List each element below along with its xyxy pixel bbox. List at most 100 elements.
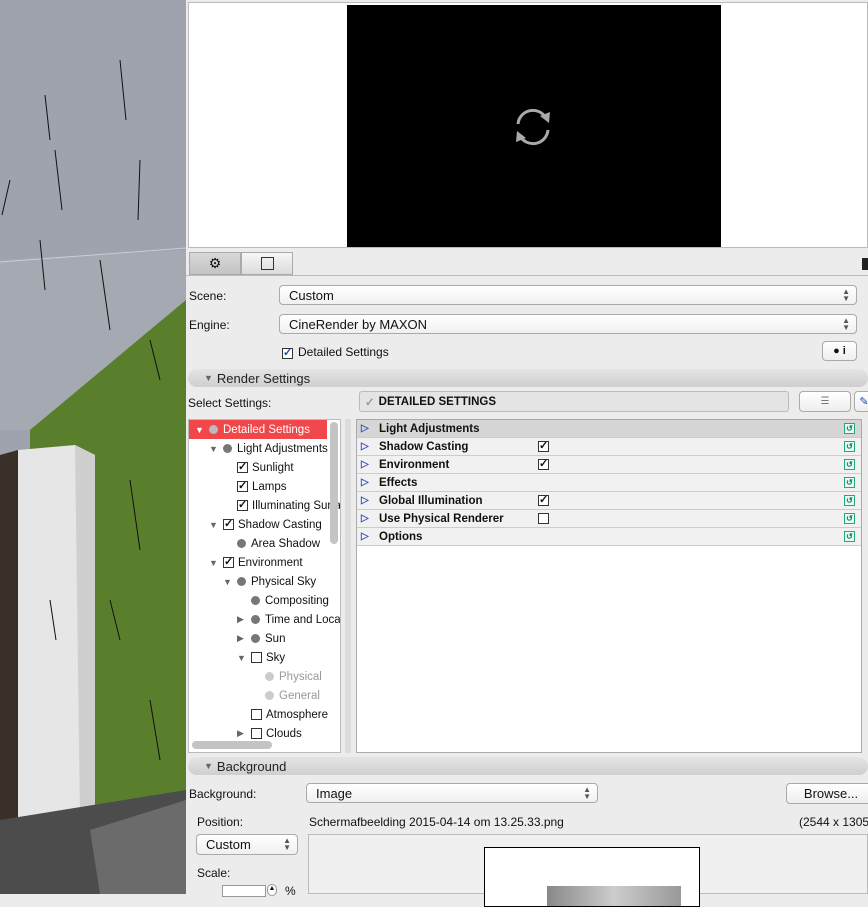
tree-item[interactable]: ▼ Detailed Settings	[189, 420, 327, 439]
expand-triangle-icon[interactable]: ▼	[209, 444, 223, 454]
disclosure-triangle-icon[interactable]: ▷	[361, 477, 379, 488]
tree-item[interactable]: ▼ ✓ Environment	[209, 553, 303, 572]
tree-item-label: Lamps	[252, 480, 287, 493]
tree-checkbox[interactable]	[251, 728, 262, 739]
background-image-frame[interactable]	[484, 847, 700, 907]
tree-item[interactable]: ✓ Lamps	[223, 477, 287, 496]
apply-settings-icon[interactable]: ↺	[844, 477, 855, 488]
settings-row-checkbox[interactable]	[538, 513, 549, 524]
dot-icon	[265, 691, 274, 700]
tree-item-label: Area Shadow	[251, 537, 321, 550]
disclosure-triangle-icon[interactable]: ▷	[361, 495, 379, 506]
tree-checkbox[interactable]: ✓	[237, 500, 248, 511]
splitter-handle[interactable]	[345, 419, 351, 753]
render-preview[interactable]	[347, 5, 721, 247]
settings-row[interactable]: ▷ Shadow Casting ✓ ↺	[357, 438, 861, 456]
tree-item[interactable]: ▼ Sky	[237, 648, 285, 667]
engine-select[interactable]: CineRender by MAXON ▲ ▼	[279, 314, 857, 334]
disclosure-triangle-icon[interactable]: ▷	[361, 513, 379, 524]
disclosure-triangle-icon[interactable]: ▷	[361, 459, 379, 470]
tree-item[interactable]: ▶ Sun	[237, 629, 285, 648]
engine-info-button[interactable]: ● i	[822, 341, 857, 361]
settings-row[interactable]: ▷ Effects ↺	[357, 474, 861, 492]
disclosure-triangle-icon[interactable]: ▷	[361, 423, 379, 434]
settings-row-checkbox[interactable]: ✓	[538, 495, 549, 506]
settings-row[interactable]: ▷ Environment ✓ ↺	[357, 456, 861, 474]
tree-checkbox[interactable]: ✓	[237, 481, 248, 492]
tree-item[interactable]: ✓ Illuminating Surfaces	[223, 496, 340, 515]
scale-stepper[interactable]: ▲	[267, 884, 277, 896]
tree-item[interactable]: Atmosphere	[237, 705, 328, 724]
expand-triangle-icon[interactable]: ▼	[223, 577, 237, 587]
tree-item-label: Environment	[238, 556, 303, 569]
3d-viewport[interactable]	[0, 0, 186, 894]
settings-row-checkbox[interactable]: ✓	[538, 441, 549, 452]
scale-input[interactable]	[222, 885, 266, 897]
settings-row[interactable]: ▷ Use Physical Renderer ↺	[357, 510, 861, 528]
tree-checkbox[interactable]	[251, 652, 262, 663]
settings-tree[interactable]: ▼ Detailed Settings ▼ Light Adjustments ✓ Sun…	[188, 419, 341, 753]
viewport-scene	[0, 0, 186, 894]
tree-item-label: Time and Location	[265, 613, 341, 626]
scale-label: Scale:	[197, 866, 231, 880]
collapse-triangle-icon: ▼	[204, 373, 213, 383]
tree-item-label: Shadow Casting	[238, 518, 322, 531]
settings-row[interactable]: ▷ Light Adjustments ↺	[357, 420, 861, 438]
background-select[interactable]: Image ▲ ▼	[306, 783, 598, 803]
collapse-triangle-icon[interactable]: ▶	[237, 614, 251, 625]
tree-view-button[interactable]: ☰	[799, 391, 851, 412]
browse-button[interactable]: Browse...	[786, 783, 868, 804]
apply-settings-icon[interactable]: ↺	[844, 531, 855, 542]
disclosure-triangle-icon[interactable]: ▷	[361, 441, 379, 452]
tree-checkbox[interactable]: ✓	[237, 462, 248, 473]
tree-item[interactable]: ▼ Light Adjustments	[209, 439, 328, 458]
expand-triangle-icon[interactable]: ▼	[209, 558, 223, 568]
background-filename: Schermafbeelding 2015-04-14 om 13.25.33.…	[309, 815, 564, 829]
apply-settings-icon[interactable]: ↺	[844, 459, 855, 470]
tab-size[interactable]	[241, 252, 293, 275]
settings-preset-field[interactable]: ✓ DETAILED SETTINGS	[359, 391, 789, 412]
settings-row[interactable]: ▷ Global Illumination ✓ ↺	[357, 492, 861, 510]
tab-settings[interactable]: ⚙	[189, 252, 241, 275]
panel-expand-button[interactable]	[862, 258, 868, 270]
expand-triangle-icon[interactable]: ▼	[237, 653, 251, 663]
expand-triangle-icon[interactable]: ▼	[209, 520, 223, 530]
render-settings-panel: ⚙ Scene: Custom ▲ ▼ Engine: CineRender by …	[186, 0, 868, 907]
tree-item[interactable]: Physical	[251, 667, 322, 686]
render-settings-header[interactable]: ▼ Render Settings	[188, 369, 868, 387]
tree-item[interactable]: ✓ Sunlight	[223, 458, 294, 477]
tree-checkbox[interactable]: ✓	[223, 557, 234, 568]
settings-row-checkbox[interactable]: ✓	[538, 459, 549, 470]
scene-select[interactable]: Custom ▲ ▼	[279, 285, 857, 305]
background-preview-area	[308, 834, 868, 907]
tree-item[interactable]: ▶ Time and Location	[237, 610, 341, 629]
tree-item[interactable]: Area Shadow	[223, 534, 320, 553]
tree-item[interactable]: Compositing	[237, 591, 329, 610]
background-header[interactable]: ▼ Background	[188, 757, 868, 775]
collapse-triangle-icon[interactable]: ▶	[237, 728, 251, 739]
apply-settings-icon[interactable]: ↺	[844, 423, 855, 434]
tree-vertical-scrollbar[interactable]	[330, 422, 338, 544]
tree-checkbox[interactable]: ✓	[223, 519, 234, 530]
collapse-triangle-icon[interactable]: ▶	[237, 633, 251, 644]
tree-checkbox[interactable]	[251, 709, 262, 720]
position-select[interactable]: Custom ▲ ▼	[196, 834, 298, 855]
detailed-settings-checkbox[interactable]: ✓	[282, 348, 293, 359]
settings-row[interactable]: ▷ Options ↺	[357, 528, 861, 546]
disclosure-triangle-icon[interactable]: ▷	[361, 531, 379, 542]
apply-settings-icon[interactable]: ↺	[844, 441, 855, 452]
engine-label: Engine:	[189, 318, 230, 332]
expand-triangle-icon[interactable]: ▼	[195, 425, 209, 435]
settings-row-label: Use Physical Renderer	[379, 512, 504, 525]
tree-item-label: General	[279, 689, 320, 702]
edit-settings-button[interactable]: ✎	[854, 391, 868, 412]
tree-item-label: Atmosphere	[266, 708, 329, 721]
apply-settings-icon[interactable]: ↺	[844, 513, 855, 524]
tree-item-label: Physical	[279, 670, 322, 683]
tree-horizontal-scrollbar[interactable]	[192, 741, 272, 749]
tree-item[interactable]: ▼ ✓ Shadow Casting	[209, 515, 322, 534]
select-arrows-icon: ▲ ▼	[842, 287, 850, 303]
tree-item[interactable]: General	[251, 686, 320, 705]
apply-settings-icon[interactable]: ↺	[844, 495, 855, 506]
tree-item[interactable]: ▼ Physical Sky	[223, 572, 316, 591]
